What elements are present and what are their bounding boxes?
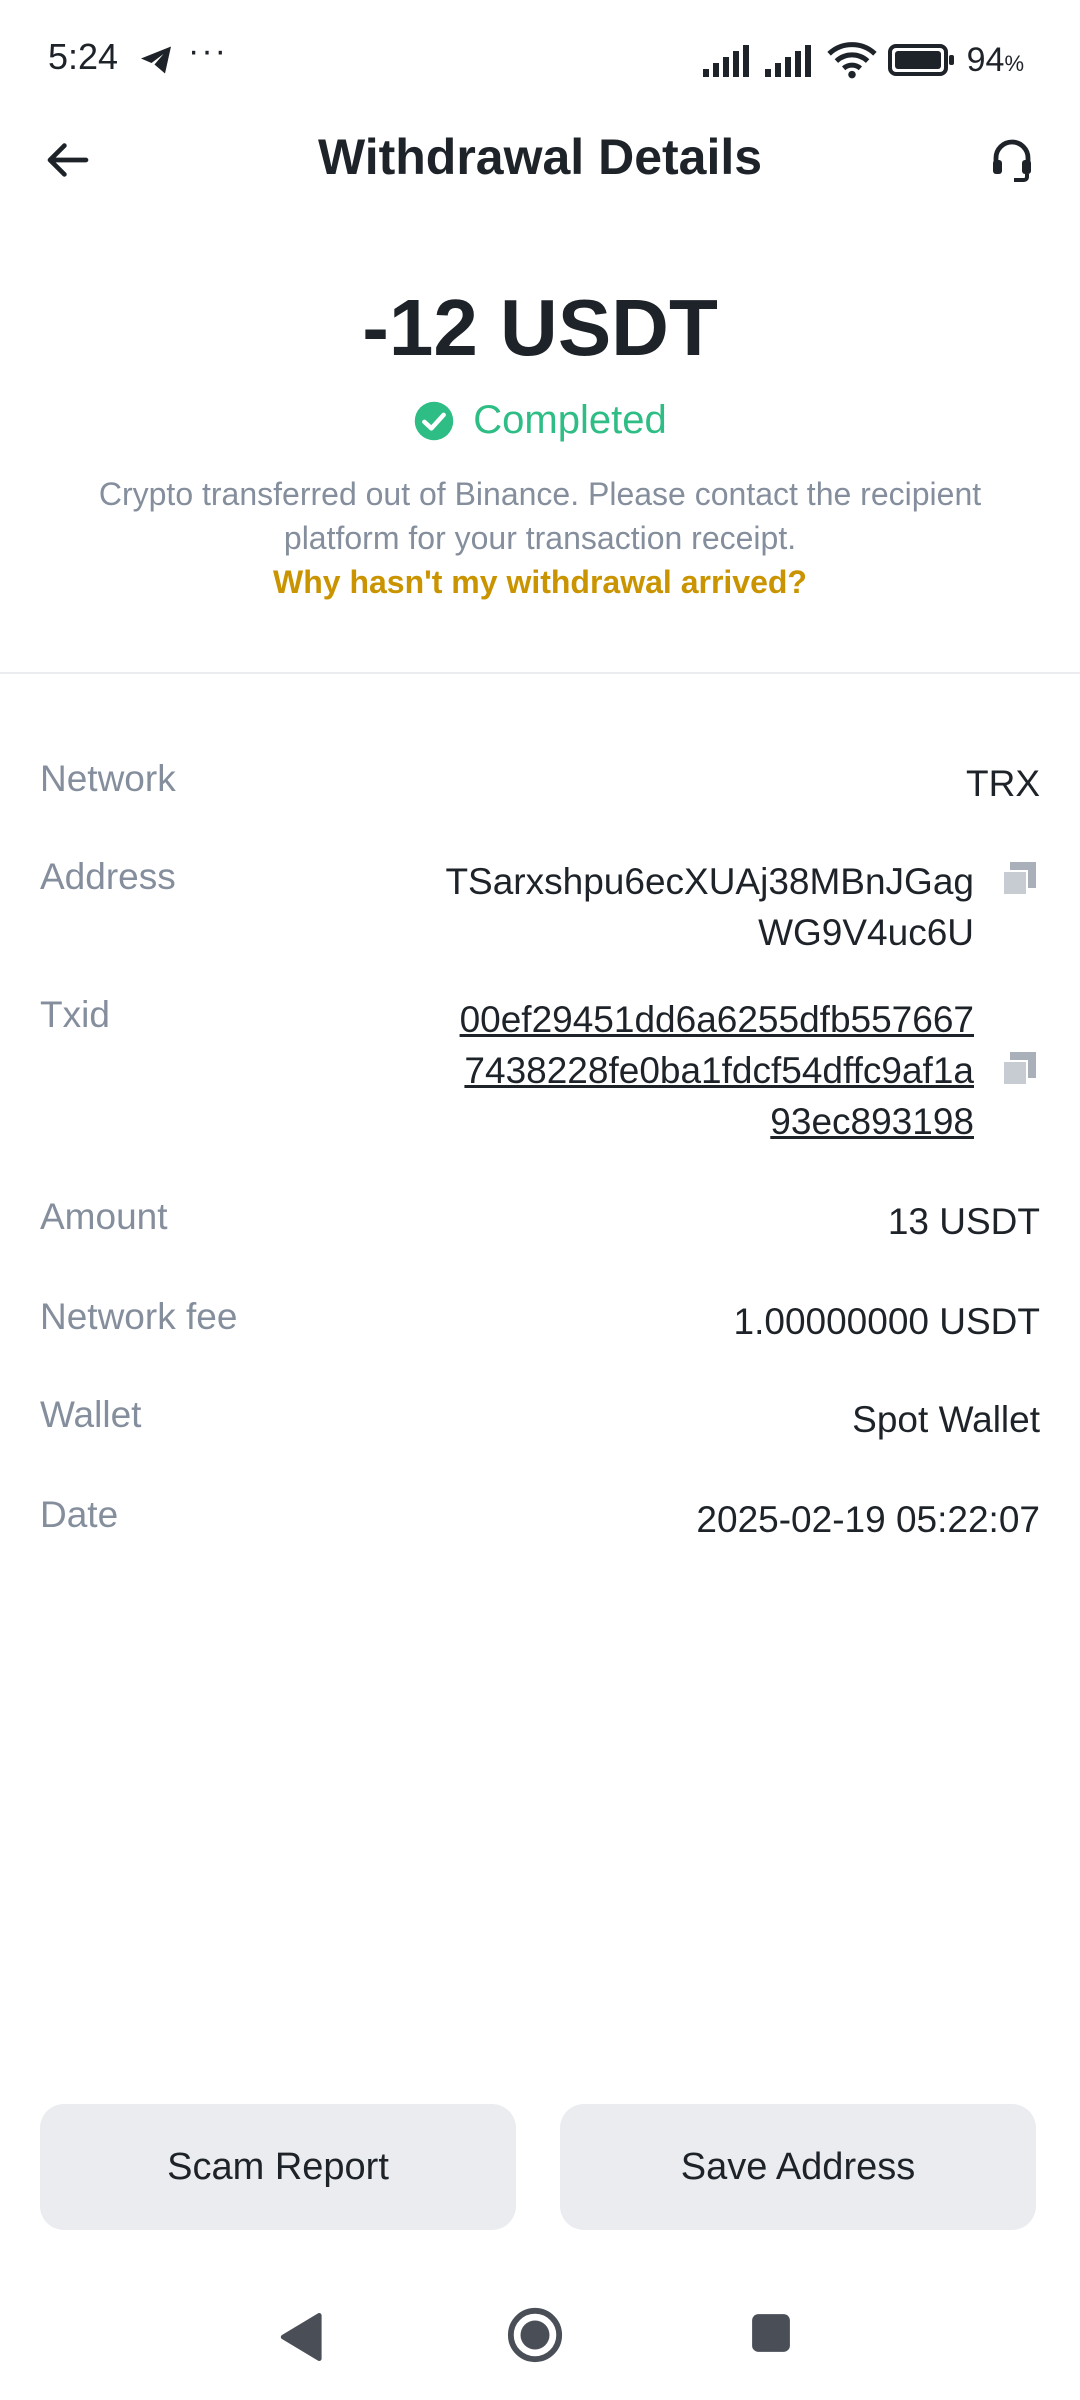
- signal-icon: [702, 45, 749, 77]
- scam-report-button[interactable]: Scam Report: [40, 2104, 516, 2230]
- address-label: Address: [40, 856, 176, 897]
- withdrawal-amount: -12 USDT: [362, 283, 718, 372]
- status-bar: 5:24 ··· 94%: [0, 0, 1080, 120]
- support-button[interactable]: [980, 128, 1044, 192]
- status-time: 5:24: [48, 36, 119, 77]
- txid-label: Txid: [40, 994, 110, 1035]
- address-value: TSarxshpu6ecXUAj38MBnJGag WG9V4uc6U: [445, 856, 974, 958]
- battery-percent: 94%: [966, 40, 1024, 79]
- address-line-1: TSarxshpu6ecXUAj38MBnJGag: [445, 861, 974, 902]
- txid-line-2: 7438228fe0ba1fdcf54dffc9af1a: [464, 1050, 974, 1091]
- info-text: Crypto transferred out of Binance. Pleas…: [98, 476, 982, 556]
- network-fee-label: Network fee: [40, 1296, 238, 1337]
- status-indicators: 94%: [702, 38, 1024, 82]
- headset-icon: [993, 139, 1031, 182]
- header: Withdrawal Details: [0, 110, 1080, 210]
- telegram-icon: [141, 46, 171, 74]
- network-value: TRX: [966, 763, 1040, 804]
- txid-link[interactable]: 00ef29451dd6a6255dfb557667 7438228fe0ba1…: [460, 994, 974, 1147]
- nav-back-icon[interactable]: [276, 2310, 324, 2364]
- withdrawal-help-link[interactable]: Why hasn't my withdrawal arrived?: [0, 564, 1080, 601]
- wallet-value: Spot Wallet: [852, 1399, 1040, 1440]
- save-address-button[interactable]: Save Address: [560, 2104, 1036, 2230]
- network-fee-value: 1.00000000 USDT: [733, 1301, 1040, 1342]
- signal-icon-2: [764, 45, 811, 77]
- wifi-icon: [826, 42, 877, 79]
- wallet-label: Wallet: [40, 1394, 142, 1435]
- txid-line-1: 00ef29451dd6a6255dfb557667: [459, 999, 974, 1040]
- check-circle-icon: [415, 401, 454, 440]
- system-nav-bar: [0, 2270, 1080, 2400]
- date-value: 2025-02-19 05:22:07: [696, 1499, 1040, 1540]
- network-label: Network: [40, 758, 176, 799]
- txid-line-3: 93ec893198: [770, 1101, 974, 1142]
- amount-label: Amount: [40, 1196, 168, 1237]
- date-label: Date: [40, 1494, 119, 1535]
- copy-address-icon[interactable]: [1000, 860, 1040, 900]
- page-title: Withdrawal Details: [317, 129, 763, 185]
- copy-txid-icon[interactable]: [1000, 1050, 1040, 1090]
- more-notifications-icon: ···: [188, 32, 228, 70]
- status-badge: Completed: [473, 398, 667, 442]
- amount-value: 13 USDT: [887, 1201, 1040, 1242]
- divider: [0, 672, 1080, 674]
- nav-home-icon[interactable]: [506, 2306, 564, 2364]
- nav-recents-icon[interactable]: [750, 2312, 792, 2354]
- status-line: Completed: [0, 398, 1080, 443]
- battery-percent-sign: %: [1004, 50, 1024, 76]
- battery-icon: [887, 44, 954, 76]
- address-line-2: WG9V4uc6U: [758, 912, 974, 953]
